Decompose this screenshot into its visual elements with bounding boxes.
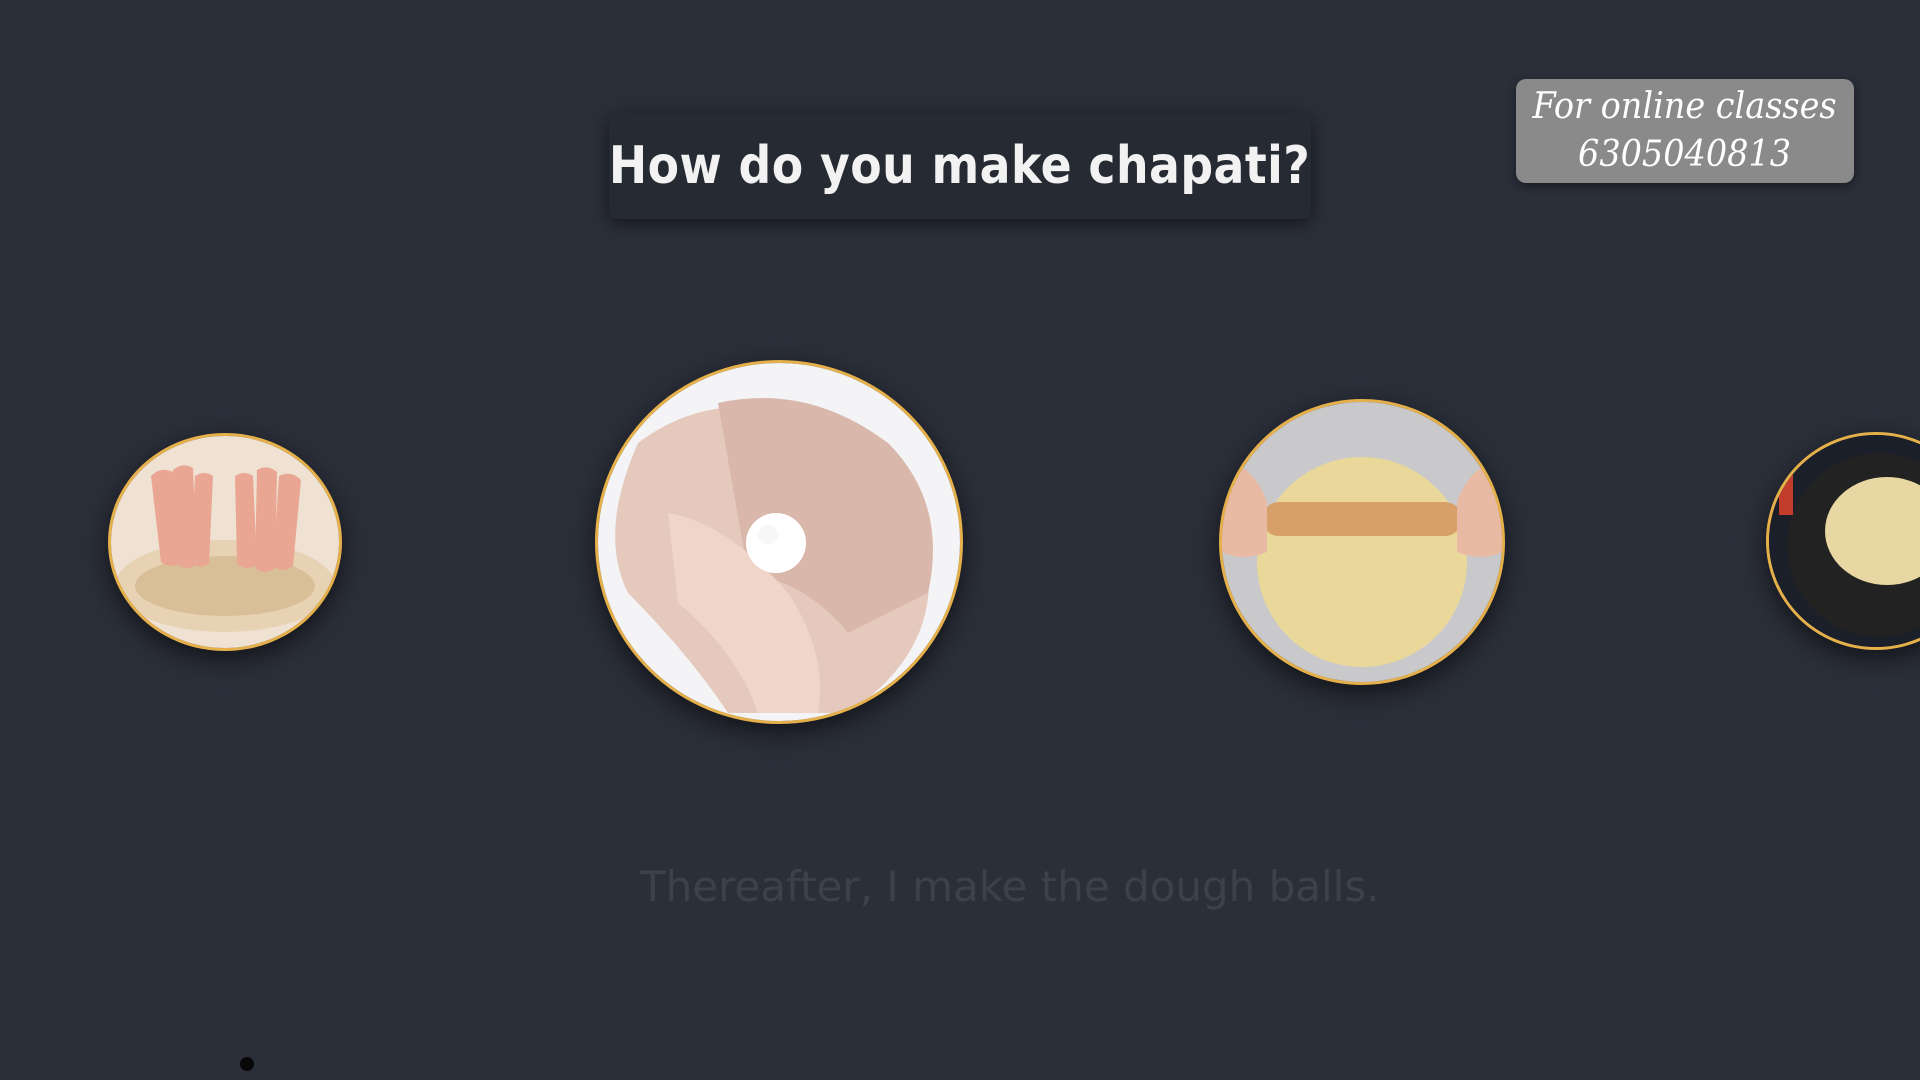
step-cooking-image xyxy=(1766,432,1920,650)
kneading-dough-icon xyxy=(111,436,339,648)
promo-banner: For online classes 6305040813 xyxy=(1516,79,1854,183)
rolling-pin-icon xyxy=(1222,402,1502,682)
subtitle-caption: Thereafter, I make the dough balls. xyxy=(640,862,1380,911)
cursor-dot xyxy=(240,1057,254,1071)
page-title: How do you make chapati? xyxy=(609,136,1311,196)
dough-ball-icon xyxy=(598,363,960,721)
video-frame: How do you make chapati? For online clas… xyxy=(0,0,1920,1080)
step-dough-ball-image xyxy=(595,360,963,724)
promo-phone: 6305040813 xyxy=(1578,134,1792,175)
step-rolling-image xyxy=(1219,399,1505,685)
title-banner: How do you make chapati? xyxy=(609,113,1311,219)
promo-text: For online classes xyxy=(1532,86,1838,127)
chapati-pan-icon xyxy=(1769,435,1920,647)
step-kneading-image xyxy=(108,433,342,651)
